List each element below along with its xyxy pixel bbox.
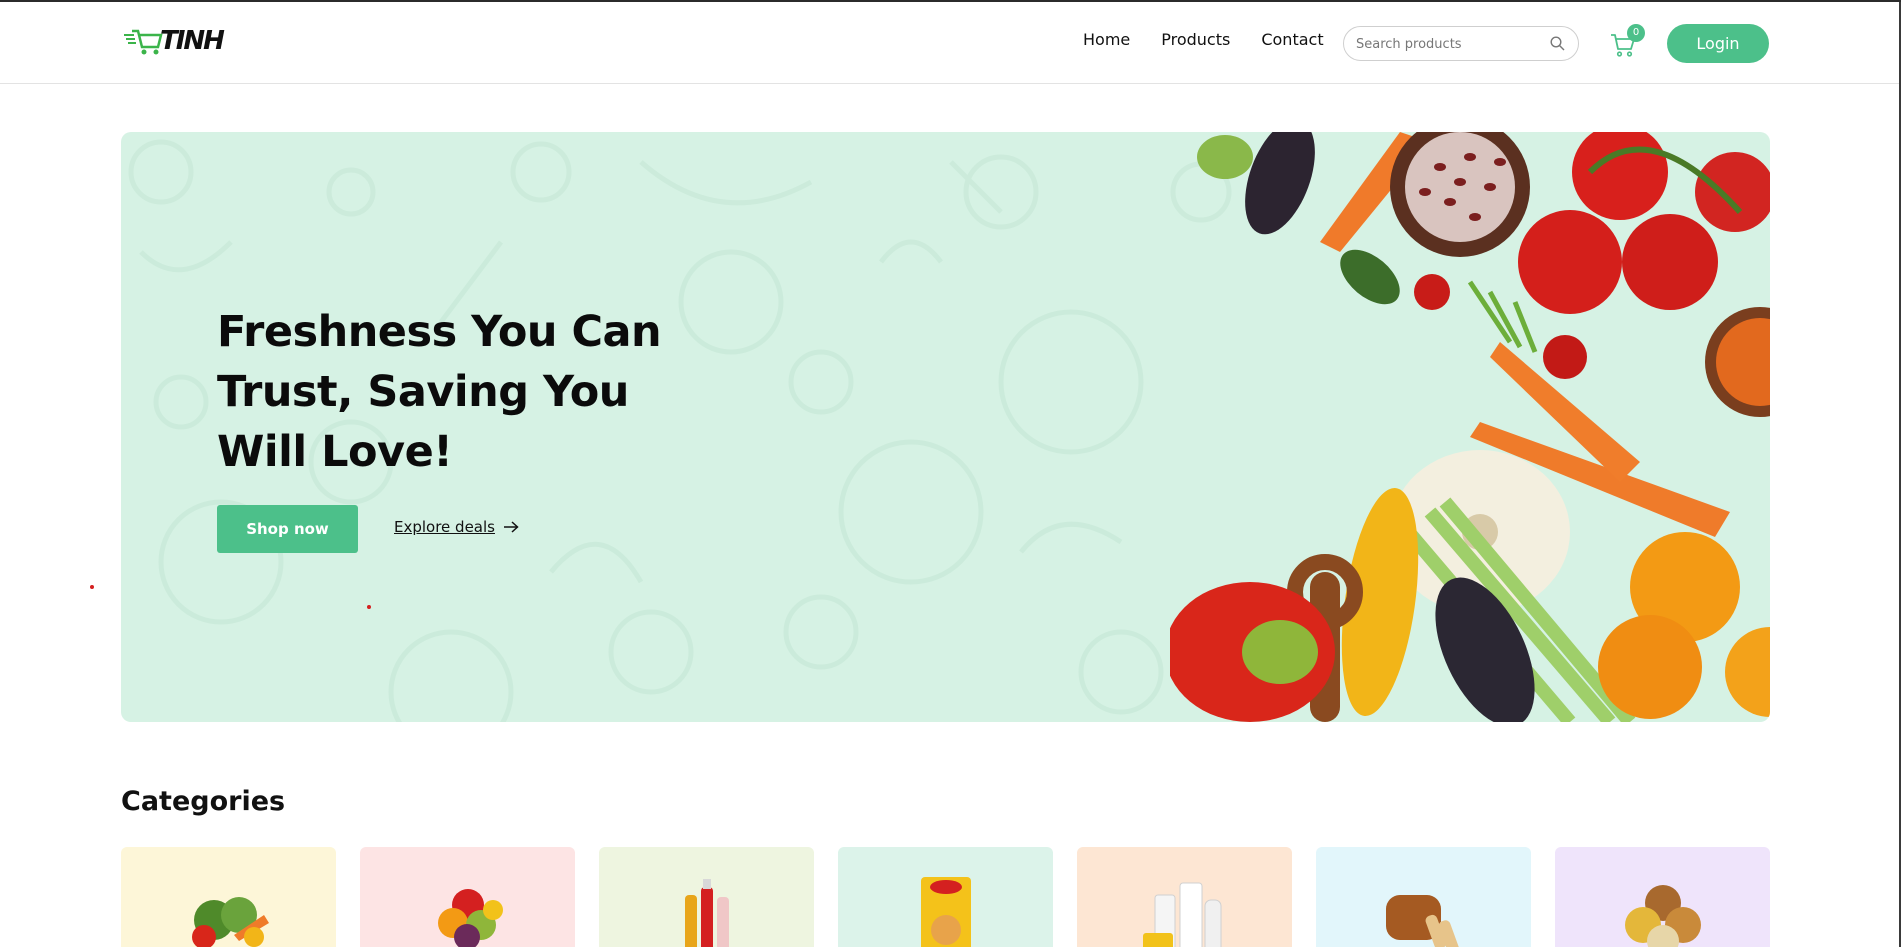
category-list [121,847,1770,947]
bread-icon [1385,895,1459,947]
page-viewport: TINH Home Products Contact 0 Login [0,0,1901,947]
login-button[interactable]: Login [1667,24,1769,63]
cart-logo-icon [124,29,163,55]
site-header: TINH Home Products Contact 0 Login [0,2,1899,84]
category-card-noodles[interactable] [838,847,1053,947]
noodles-icon [920,877,971,947]
nav-contact[interactable]: Contact [1261,30,1323,49]
category-card-vegetables[interactable] [121,847,336,947]
category-card-grains[interactable] [1555,847,1770,947]
vegetables-photo [1170,132,1770,722]
marker-dot [90,585,94,589]
cart-count-badge: 0 [1627,24,1645,42]
shop-now-button[interactable]: Shop now [217,505,358,553]
explore-deals-label: Explore deals [394,518,495,536]
search-box [1343,26,1579,61]
grains-icon [1624,885,1701,947]
nav-products[interactable]: Products [1161,30,1230,49]
hero-banner: Freshness You Can Trust, Saving You Will… [121,132,1770,722]
category-card-dairy[interactable] [1077,847,1292,947]
hero-title: Freshness You Can Trust, Saving You Will… [217,307,662,477]
category-card-beverages[interactable] [599,847,814,947]
categories-heading: Categories [121,786,286,817]
logo[interactable]: TINH [124,24,225,60]
explore-deals-link[interactable]: Explore deals [394,518,519,536]
arrow-right-icon [503,521,519,533]
search-input[interactable] [1356,34,1546,54]
nav-home[interactable]: Home [1083,30,1130,49]
main-nav: Home Products Contact [1083,30,1355,49]
search-icon[interactable] [1550,36,1565,51]
category-card-bread[interactable] [1316,847,1531,947]
dairy-icon [1142,882,1221,947]
beverages-icon [684,879,729,947]
logo-text: TINH [160,26,225,56]
vegetables-icon [191,897,269,947]
category-card-fruits[interactable] [360,847,575,947]
marker-dot [367,605,371,609]
fruits-icon [437,889,503,947]
